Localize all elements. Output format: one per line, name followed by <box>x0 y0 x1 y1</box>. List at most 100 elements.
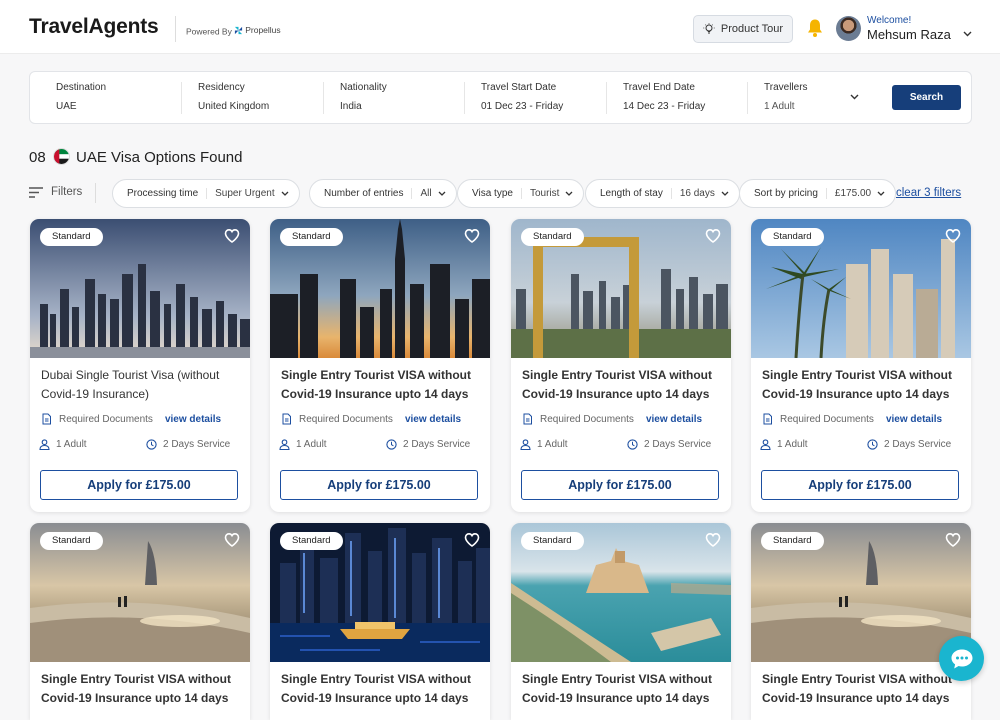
chip-label: Visa type <box>472 188 513 199</box>
product-tour-button[interactable]: Product Tour <box>693 15 793 43</box>
standard-badge: Standard <box>761 532 824 550</box>
heart-favorite-icon[interactable] <box>945 228 961 244</box>
required-documents-label: Required Documents <box>299 413 393 425</box>
chat-support-button[interactable] <box>939 636 984 681</box>
travellers-info: 1 Adult <box>760 439 808 450</box>
service-text: 2 Days Service <box>644 439 712 450</box>
standard-badge: Standard <box>521 228 584 246</box>
processing-time-filter[interactable]: Processing time Super Urgent <box>112 179 300 208</box>
required-documents-row: Required Documents view details <box>281 413 461 425</box>
document-icon <box>763 413 772 425</box>
visa-type-filter[interactable]: Visa type Tourist <box>457 179 585 208</box>
visa-card[interactable]: Standard Single Entry Tourist VISA witho… <box>511 219 731 512</box>
propellus-name: Propellus <box>245 25 281 35</box>
apply-button[interactable]: Apply for £175.00 <box>40 470 238 500</box>
travellers-field[interactable]: Travellers 1 Adult <box>764 82 808 114</box>
chip-label: Number of entries <box>324 188 404 199</box>
results-title: UAE Visa Options Found <box>76 149 243 166</box>
travel-start-date-field[interactable]: Travel Start Date 01 Dec 23 - Friday <box>481 82 563 114</box>
view-details-link[interactable]: view details <box>165 414 221 425</box>
chip-value: Super Urgent <box>206 188 275 199</box>
chat-bubble-icon <box>951 649 972 668</box>
top-header: TravelAgents Powered By Propellus Produc… <box>0 0 1000 54</box>
chip-value: 16 days <box>670 188 715 199</box>
user-name[interactable]: Mehsum Raza <box>867 27 951 42</box>
required-documents-label: Required Documents <box>540 413 634 425</box>
travel-start-date-label: Travel Start Date <box>481 82 557 93</box>
heart-favorite-icon[interactable] <box>705 532 721 548</box>
standard-badge: Standard <box>280 532 343 550</box>
clock-icon <box>627 439 638 450</box>
app-logo[interactable]: TravelAgents <box>29 15 159 39</box>
view-details-link[interactable]: view details <box>405 414 461 425</box>
service-info: 2 Days Service <box>386 439 470 450</box>
standard-badge: Standard <box>280 228 343 246</box>
length-of-stay-filter[interactable]: Length of stay 16 days <box>585 179 740 208</box>
field-divider <box>747 82 748 114</box>
residency-field[interactable]: Residency United Kingdom <box>198 82 269 114</box>
field-divider <box>181 82 182 114</box>
visa-title: Single Entry Tourist VISA without Covid-… <box>522 672 713 705</box>
user-icon <box>760 439 771 450</box>
heart-favorite-icon[interactable] <box>224 228 240 244</box>
visa-card[interactable]: Standard Single Entry Tourist VISA witho… <box>751 219 971 512</box>
destination-label: Destination <box>56 82 107 93</box>
apply-button[interactable]: Apply for £175.00 <box>761 470 959 500</box>
clear-filters-link[interactable]: clear 3 filters <box>896 187 961 199</box>
propellus-brand: Propellus <box>234 25 281 35</box>
visa-card[interactable]: Standard Single Entry Tourist VISA witho… <box>270 523 490 720</box>
chip-value: Tourist <box>520 188 559 199</box>
view-details-link[interactable]: view details <box>886 414 942 425</box>
view-details-link[interactable]: view details <box>646 414 702 425</box>
travellers-info: 1 Adult <box>520 439 568 450</box>
required-documents-label: Required Documents <box>780 413 874 425</box>
chevron-down-icon <box>565 191 573 196</box>
document-icon <box>523 413 532 425</box>
chip-value: All <box>411 188 432 199</box>
visa-card[interactable]: Standard Single Entry Tourist VISA witho… <box>270 219 490 512</box>
filters-label: Filters <box>51 186 83 198</box>
required-documents-row: Required Documents view details <box>762 413 942 425</box>
powered-by: Powered By Propellus <box>186 25 281 37</box>
travellers-chevron-down-icon[interactable] <box>850 94 859 100</box>
search-button[interactable]: Search <box>892 85 961 110</box>
nationality-field[interactable]: Nationality India <box>340 82 387 114</box>
notification-bell-icon[interactable] <box>806 18 824 38</box>
chip-label: Processing time <box>127 188 199 199</box>
chevron-down-icon <box>438 191 446 196</box>
heart-favorite-icon[interactable] <box>464 532 480 548</box>
clock-icon <box>386 439 397 450</box>
visa-title: Dubai Single Tourist Visa (without Covid… <box>41 368 220 401</box>
sort-by-pricing-filter[interactable]: Sort by pricing £175.00 <box>739 179 897 208</box>
visa-title: Single Entry Tourist VISA without Covid-… <box>41 672 232 705</box>
apply-button[interactable]: Apply for £175.00 <box>280 470 478 500</box>
visa-card[interactable]: Standard Single Entry Tourist VISA witho… <box>30 523 250 720</box>
destination-field[interactable]: Destination UAE <box>56 82 106 114</box>
service-text: 2 Days Service <box>163 439 231 450</box>
user-menu-chevron-down-icon[interactable] <box>963 31 972 37</box>
chevron-down-icon <box>877 191 885 196</box>
required-documents-row: Required Documents view details <box>41 413 221 425</box>
service-text: 2 Days Service <box>403 439 471 450</box>
document-icon <box>282 413 291 425</box>
heart-favorite-icon[interactable] <box>705 228 721 244</box>
heart-favorite-icon[interactable] <box>945 532 961 548</box>
visa-card[interactable]: Standard Single Entry Tourist VISA witho… <box>511 523 731 720</box>
filters-toggle[interactable]: Filters <box>29 186 82 198</box>
user-icon <box>520 439 531 450</box>
visa-title: Single Entry Tourist VISA without Covid-… <box>762 368 953 401</box>
visa-card[interactable]: Standard Dubai Single Tourist Visa (with… <box>30 219 250 512</box>
uae-flag-icon <box>53 148 70 165</box>
visa-card[interactable]: Standard Single Entry Tourist VISA witho… <box>751 523 971 720</box>
clock-icon <box>867 439 878 450</box>
chevron-down-icon <box>281 191 289 196</box>
user-avatar[interactable] <box>836 16 861 41</box>
welcome-text: Welcome! <box>867 15 912 26</box>
apply-button[interactable]: Apply for £175.00 <box>521 470 719 500</box>
heart-favorite-icon[interactable] <box>224 532 240 548</box>
number-of-entries-filter[interactable]: Number of entries All <box>309 179 457 208</box>
travel-end-date-field[interactable]: Travel End Date 14 Dec 23 - Friday <box>623 82 705 114</box>
heart-favorite-icon[interactable] <box>464 228 480 244</box>
user-icon <box>39 439 50 450</box>
filter-lines-icon <box>29 186 43 198</box>
